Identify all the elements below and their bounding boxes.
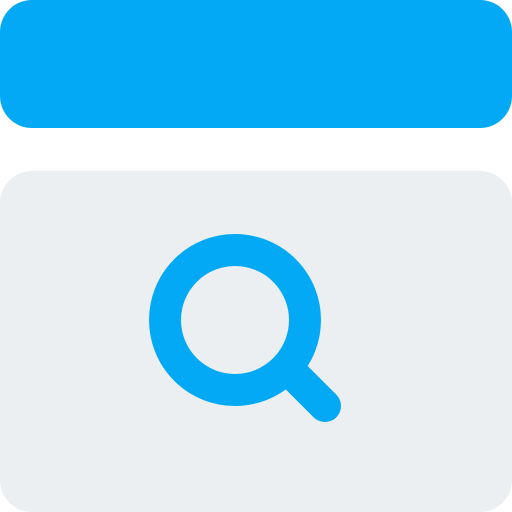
- window-title-bar: [0, 0, 512, 128]
- browser-search-icon: [0, 0, 512, 512]
- window-content-panel: [0, 171, 512, 512]
